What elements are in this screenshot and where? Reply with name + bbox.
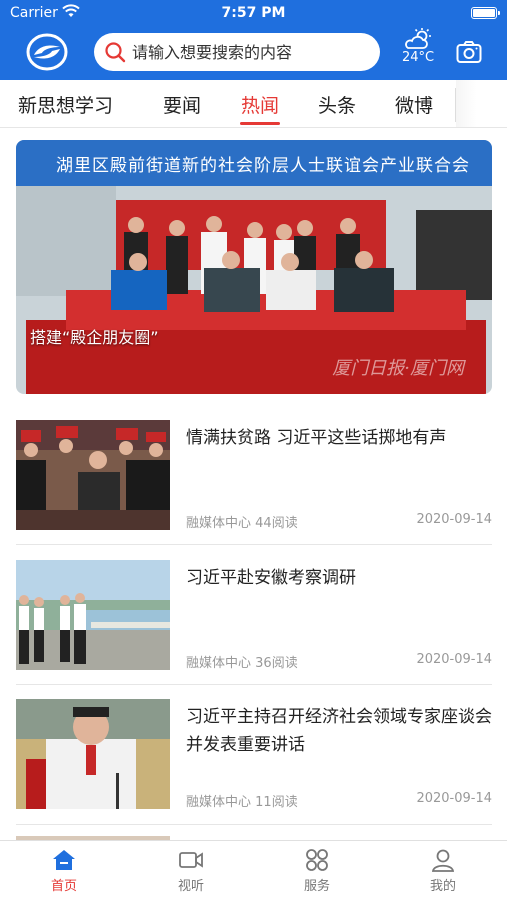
app-logo-icon[interactable] bbox=[26, 33, 68, 71]
home-icon bbox=[53, 850, 75, 870]
news-title: 习近平赴安徽考察调研 bbox=[186, 568, 356, 588]
user-icon bbox=[431, 849, 455, 872]
tab-label: 热闻 bbox=[241, 95, 280, 117]
news-source: 融媒体中心 bbox=[186, 795, 252, 810]
news-title: 习近平主持召开经济社会领域专家座谈会并发表重要讲话 bbox=[186, 707, 492, 755]
weather-widget[interactable]: 24°C bbox=[396, 28, 440, 72]
status-time: 7:57 PM bbox=[221, 5, 286, 21]
nav-label: 服务 bbox=[303, 879, 330, 894]
nav-video[interactable]: 视听 bbox=[151, 847, 231, 894]
search-input[interactable] bbox=[132, 33, 372, 71]
news-item[interactable]: 习近平赴安徽考察调研 融媒体中心 36阅读 2020-09-14 bbox=[16, 560, 492, 671]
news-source: 融媒体中心 bbox=[186, 656, 252, 671]
news-date: 2020-09-14 bbox=[416, 652, 492, 667]
tab-rewen[interactable]: 热闻 bbox=[240, 91, 280, 125]
news-reads: 11阅读 bbox=[255, 795, 298, 810]
tabs-divider bbox=[455, 88, 456, 122]
news-title: 情满扶贫路 习近平这些话掷地有声 bbox=[186, 428, 447, 448]
grid-icon bbox=[306, 849, 328, 871]
tab-weibo[interactable]: 微博 bbox=[395, 91, 433, 118]
tab-label: 头条 bbox=[318, 95, 357, 117]
app-screen: Carrier 7:57 PM 请输入想要搜索的内容 24°C 新思想学习 要闻… bbox=[0, 0, 507, 900]
nav-services[interactable]: 服务 bbox=[277, 847, 357, 894]
news-reads: 36阅读 bbox=[255, 656, 298, 671]
top-header: Carrier 7:57 PM 请输入想要搜索的内容 24°C bbox=[0, 0, 507, 80]
tab-toutiao[interactable]: 头条 bbox=[318, 91, 356, 118]
news-item[interactable]: 情满扶贫路 习近平这些话掷地有声 融媒体中心 44阅读 2020-09-14 bbox=[16, 420, 492, 531]
search-icon bbox=[105, 42, 126, 63]
weather-temperature: 24°C bbox=[401, 50, 435, 65]
news-item[interactable]: 习近平主持召开经济社会领域专家座谈会并发表重要讲话 融媒体中心 11阅读 202… bbox=[16, 699, 492, 810]
nav-home[interactable]: 首页 bbox=[24, 847, 104, 894]
partly-cloudy-icon bbox=[405, 28, 431, 49]
banner-caption: 搭建“殿企朋友圈” bbox=[30, 328, 159, 347]
news-source: 融媒体中心 bbox=[186, 516, 252, 531]
search-bar[interactable] bbox=[94, 33, 380, 71]
news-thumbnail bbox=[16, 699, 170, 809]
status-bar: Carrier 7:57 PM bbox=[0, 0, 507, 26]
banner-sign-text: 湖里区殿前街道新的社会阶层人士联谊会产业联合会 bbox=[56, 156, 470, 176]
news-meta: 融媒体中心 44阅读 bbox=[186, 512, 298, 531]
nav-profile[interactable]: 我的 bbox=[403, 847, 483, 894]
tab-label: 微博 bbox=[395, 95, 434, 117]
tab-xinsixiang[interactable]: 新思想学习 bbox=[18, 91, 113, 118]
bottom-navigation: 首页 视听 服务 我的 bbox=[0, 840, 507, 900]
news-reads: 44阅读 bbox=[255, 516, 298, 531]
list-divider bbox=[16, 684, 492, 685]
tab-label: 新思想学习 bbox=[18, 95, 114, 117]
news-thumbnail bbox=[16, 420, 170, 530]
battery-icon bbox=[471, 7, 500, 19]
nav-label: 我的 bbox=[429, 879, 456, 894]
news-date: 2020-09-14 bbox=[416, 791, 492, 806]
tab-yaowen[interactable]: 要闻 bbox=[163, 91, 201, 118]
list-divider bbox=[16, 824, 492, 825]
banner-watermark: 厦门日报·厦门网 bbox=[332, 358, 464, 379]
nav-label: 视听 bbox=[177, 879, 204, 894]
news-thumbnail bbox=[16, 560, 170, 670]
camera-icon[interactable] bbox=[456, 40, 482, 64]
tabs-fade bbox=[456, 80, 507, 127]
nav-label: 首页 bbox=[50, 879, 77, 894]
video-icon bbox=[179, 852, 203, 868]
list-divider bbox=[16, 544, 492, 545]
news-meta: 融媒体中心 36阅读 bbox=[186, 652, 298, 671]
featured-banner[interactable]: 湖里区殿前街道新的社会阶层人士联谊会产业联合会 搭建“殿企朋友圈” 厦门日报·厦… bbox=[16, 140, 492, 394]
news-meta: 融媒体中心 11阅读 bbox=[186, 791, 298, 810]
tab-label: 要闻 bbox=[163, 95, 202, 117]
news-date: 2020-09-14 bbox=[416, 512, 492, 527]
active-tab-indicator bbox=[240, 122, 280, 125]
channel-tabs: 新思想学习 要闻 热闻 头条 微博 bbox=[0, 80, 507, 128]
